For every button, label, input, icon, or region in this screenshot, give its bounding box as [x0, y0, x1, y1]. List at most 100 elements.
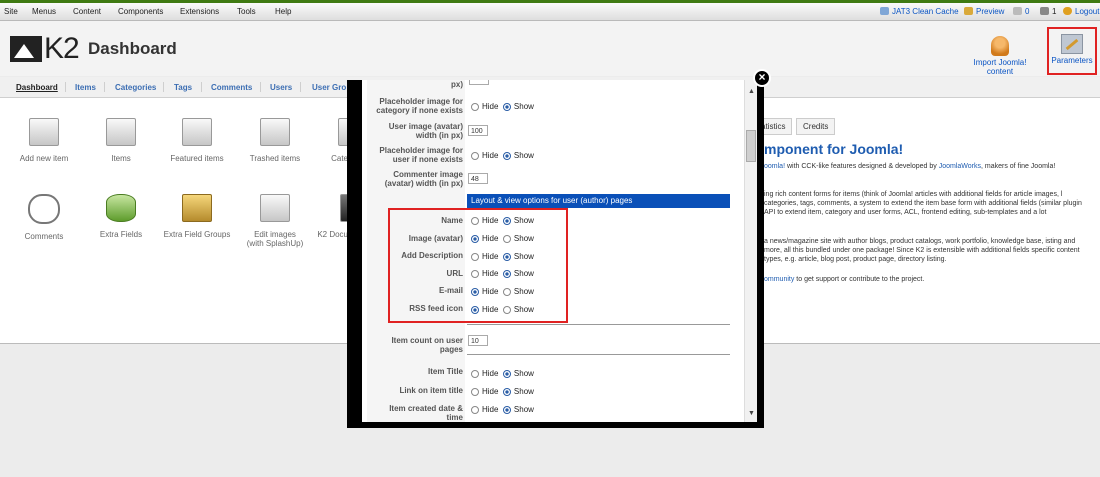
clean-cache-link[interactable]: JAT3 Clean Cache [880, 7, 959, 16]
k2-logo-mark [10, 36, 42, 62]
show-label: Show [513, 387, 534, 396]
scrollbar-thumb[interactable] [746, 130, 756, 162]
hide-radio[interactable] [471, 103, 479, 111]
show-radio[interactable] [502, 406, 511, 414]
menu-content[interactable]: Content [73, 7, 101, 16]
joomlaworks-link[interactable]: JoomlaWorks [939, 163, 981, 170]
quick-categories[interactable]: Cate [310, 118, 368, 163]
show-radio[interactable] [502, 388, 511, 396]
featured-items-icon [182, 118, 212, 146]
preview-icon [964, 7, 973, 15]
intro-text: with CCK-like features designed & develo… [785, 163, 939, 170]
param-label: Link on item title [399, 386, 463, 395]
param-label: Item Title [428, 367, 463, 376]
divider [201, 82, 202, 92]
hide-label: Hide [482, 369, 499, 378]
import-label: Import Joomla! content [973, 58, 1027, 76]
parameters-button[interactable]: Parameters [1047, 27, 1097, 75]
scroll-up-icon[interactable]: ▲ [748, 88, 755, 95]
tab-items[interactable]: Items [75, 83, 96, 92]
k2-logo-text: K2 [44, 32, 80, 65]
hide-label: Hide [482, 387, 499, 396]
commenter-width-input[interactable]: 48 [468, 173, 488, 184]
menu-tools[interactable]: Tools [237, 7, 256, 16]
community-link[interactable]: ommunity [764, 276, 794, 283]
tab-credits[interactable]: Credits [796, 118, 836, 135]
users-online-count: 1 [1040, 7, 1056, 16]
hide-radio[interactable] [471, 388, 479, 396]
import-joomla-button[interactable]: Import Joomla! content [960, 36, 1040, 76]
tab-comments[interactable]: Comments [211, 83, 252, 92]
logout-link[interactable]: Logout [1063, 7, 1099, 16]
item-created-radios: Hide Show [471, 405, 534, 414]
joomla-link[interactable]: oomla! [764, 163, 785, 170]
menu-site[interactable]: Site [4, 7, 18, 16]
cache-label: JAT3 Clean Cache [892, 7, 959, 16]
k2-intro-title: mponent for Joomla! [764, 141, 904, 157]
hide-label: Hide [482, 151, 499, 160]
quick-label: Edit images [254, 230, 296, 239]
quick-label: Trashed items [249, 154, 301, 163]
menu-components[interactable]: Components [118, 7, 163, 16]
quick-add-new-item[interactable]: Add new item [9, 118, 79, 163]
menu-extensions[interactable]: Extensions [180, 7, 219, 16]
show-radio[interactable] [502, 152, 511, 160]
quick-edit-images[interactable]: Edit images (with SplashUp) [240, 194, 310, 248]
logout-label: Logout [1075, 7, 1100, 16]
extra-fields-icon [106, 194, 136, 222]
messages-count[interactable]: 0 [1013, 7, 1029, 16]
quick-trashed-items[interactable]: Trashed items [240, 118, 310, 163]
intro-text: to get support or contribute to the proj… [794, 276, 925, 283]
tab-users[interactable]: Users [270, 83, 292, 92]
users-count-label: 1 [1052, 7, 1057, 16]
quick-featured-items[interactable]: Featured items [162, 118, 232, 163]
quick-extra-field-groups[interactable]: Extra Field Groups [162, 194, 232, 239]
quick-label: K2 Docu [317, 230, 348, 239]
show-radio[interactable] [502, 370, 511, 378]
k2-intro-p3: a news/magazine site with author blogs, … [764, 238, 1080, 263]
preview-link[interactable]: Preview [964, 7, 1004, 16]
param-label: Item created date & time [389, 404, 463, 422]
hide-radio[interactable] [471, 370, 479, 378]
tab-dashboard[interactable]: Dashboard [16, 83, 58, 92]
divider [300, 82, 301, 92]
hide-radio[interactable] [471, 406, 479, 414]
item-count-input[interactable]: 10 [468, 335, 488, 346]
close-icon[interactable]: × [753, 69, 771, 87]
param-label: User image (avatar) width (in px) [388, 122, 463, 140]
divider [467, 324, 730, 325]
logout-icon [1063, 7, 1072, 15]
show-radio[interactable] [502, 103, 511, 111]
parameters-label: Parameters [1051, 56, 1093, 65]
add-item-icon [29, 118, 59, 146]
tab-user-groups[interactable]: User Gro [312, 83, 346, 92]
tab-tags[interactable]: Tags [174, 83, 192, 92]
import-icon [991, 36, 1009, 56]
quick-label: Items [111, 154, 131, 163]
section-header-user-pages: Layout & view options for user (author) … [467, 194, 730, 208]
trashed-items-icon [260, 118, 290, 146]
menu-menus[interactable]: Menus [32, 7, 56, 16]
show-label: Show [513, 102, 534, 111]
k2-intro-p4: ommunity to get support or contribute to… [764, 275, 1094, 284]
menu-help[interactable]: Help [275, 7, 291, 16]
quick-extra-fields[interactable]: Extra Fields [86, 194, 156, 239]
hide-radio[interactable] [471, 152, 479, 160]
placeholder-category-radios: Hide Show [471, 102, 534, 111]
partial-input[interactable] [469, 80, 489, 85]
divider [260, 82, 261, 92]
messages-icon [1013, 7, 1022, 15]
cache-icon [880, 7, 889, 15]
tab-categories[interactable]: Categories [115, 83, 156, 92]
quick-items[interactable]: Items [86, 118, 156, 163]
param-label: Placeholder image for user if none exist… [379, 146, 463, 164]
users-icon [1040, 7, 1049, 15]
avatar-width-input[interactable]: 100 [468, 125, 488, 136]
quick-k2-docs[interactable]: K2 Docu [312, 194, 350, 239]
parameters-icon [1061, 34, 1083, 54]
quick-label: Cate [331, 154, 348, 163]
scroll-down-icon[interactable]: ▼ [748, 410, 755, 417]
param-label: Placeholder image for category if none e… [376, 97, 463, 115]
show-label: Show [513, 151, 534, 160]
quick-comments[interactable]: Comments [9, 194, 79, 241]
